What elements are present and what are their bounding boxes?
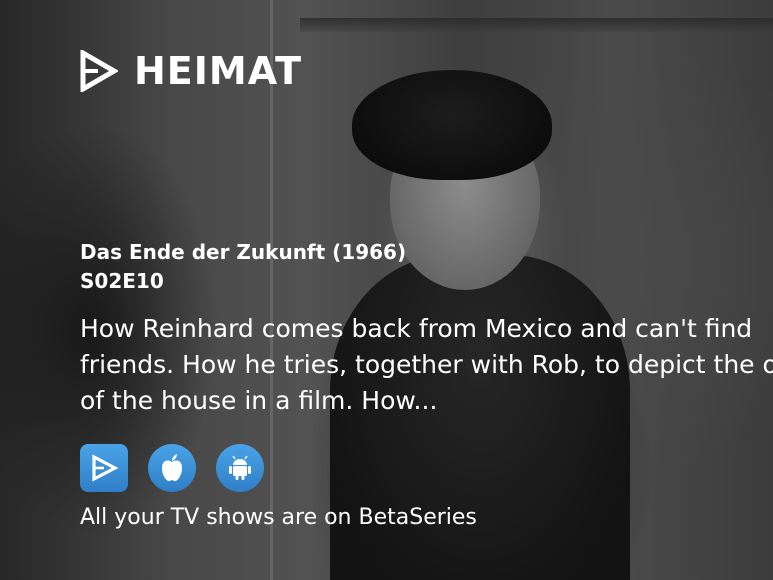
betaseries-app-button[interactable] (80, 444, 128, 492)
apple-store-button[interactable] (148, 444, 196, 492)
card-content: HEIMAT Das Ende der Zukunft (1966) S02E1… (0, 0, 773, 580)
episode-description-line: friends. How he tries, together with Rob… (80, 350, 773, 379)
episode-description: How Reinhard comes back from Mexico and … (80, 311, 773, 419)
show-title: HEIMAT (134, 49, 303, 93)
app-store-links (80, 444, 264, 492)
show-header: HEIMAT (80, 50, 302, 92)
episode-description-line: of the house in a film. How... (80, 386, 438, 415)
betaseries-play-icon (80, 50, 118, 92)
apple-icon (162, 454, 182, 481)
episode-code: S02E10 (80, 269, 164, 293)
episode-description-line: How Reinhard comes back from Mexico and … (80, 314, 753, 343)
android-icon (229, 455, 251, 480)
share-card: HEIMAT Das Ende der Zukunft (1966) S02E1… (0, 0, 773, 580)
betaseries-app-icon (92, 454, 119, 482)
android-store-button[interactable] (216, 444, 264, 492)
tagline: All your TV shows are on BetaSeries (80, 505, 477, 530)
episode-title: Das Ende der Zukunft (1966) (80, 240, 407, 264)
